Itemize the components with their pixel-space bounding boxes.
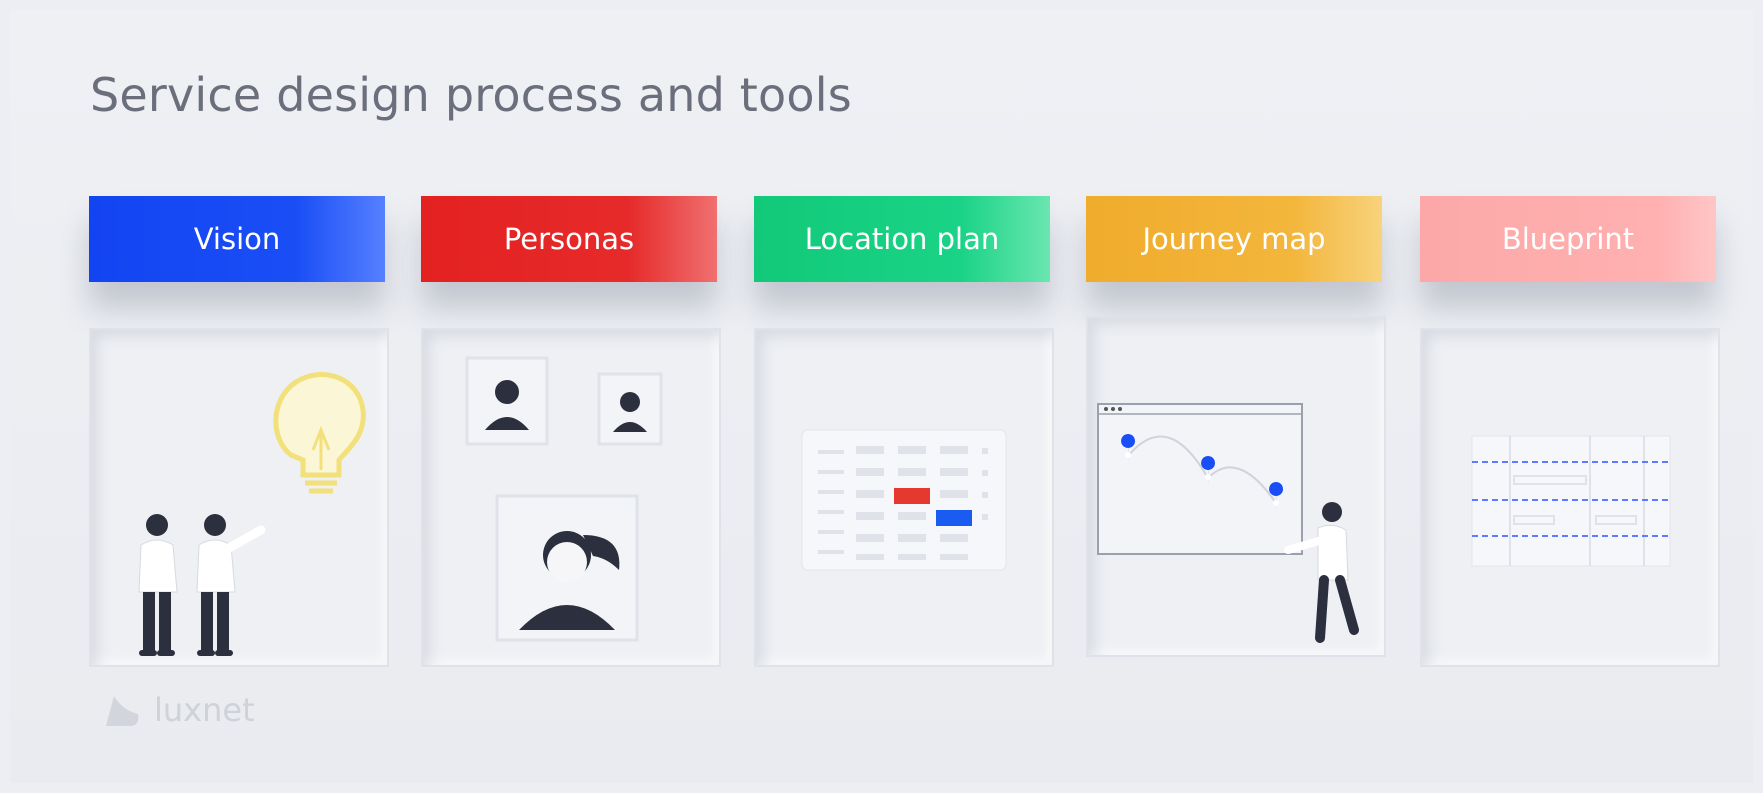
panel-vision xyxy=(89,328,389,667)
lightbulb-people-icon xyxy=(138,372,366,656)
stage-blueprint: Blueprint xyxy=(1420,196,1716,282)
floor-plan-grid-icon xyxy=(801,429,1007,571)
stage-journey-map: Journey map xyxy=(1086,196,1382,282)
page-title: Service design process and tools xyxy=(90,68,852,122)
diagram-canvas: Service design process and tools Vision … xyxy=(10,10,1753,783)
stage-location-plan: Location plan xyxy=(754,196,1050,282)
persona-avatars-icon xyxy=(465,356,663,642)
stage-personas: Personas xyxy=(421,196,717,282)
panel-personas xyxy=(421,328,721,667)
luxnet-logo-icon xyxy=(106,696,139,726)
luxnet-logo: luxnet xyxy=(100,688,255,732)
panel-blueprint xyxy=(1420,328,1720,667)
panel-location-plan xyxy=(754,328,1054,667)
blueprint-table-icon xyxy=(1471,435,1671,567)
journey-map-pins-icon xyxy=(1097,403,1359,643)
stage-vision: Vision xyxy=(89,196,385,282)
panel-journey-map xyxy=(1086,316,1386,657)
brand-name: luxnet xyxy=(154,691,255,729)
